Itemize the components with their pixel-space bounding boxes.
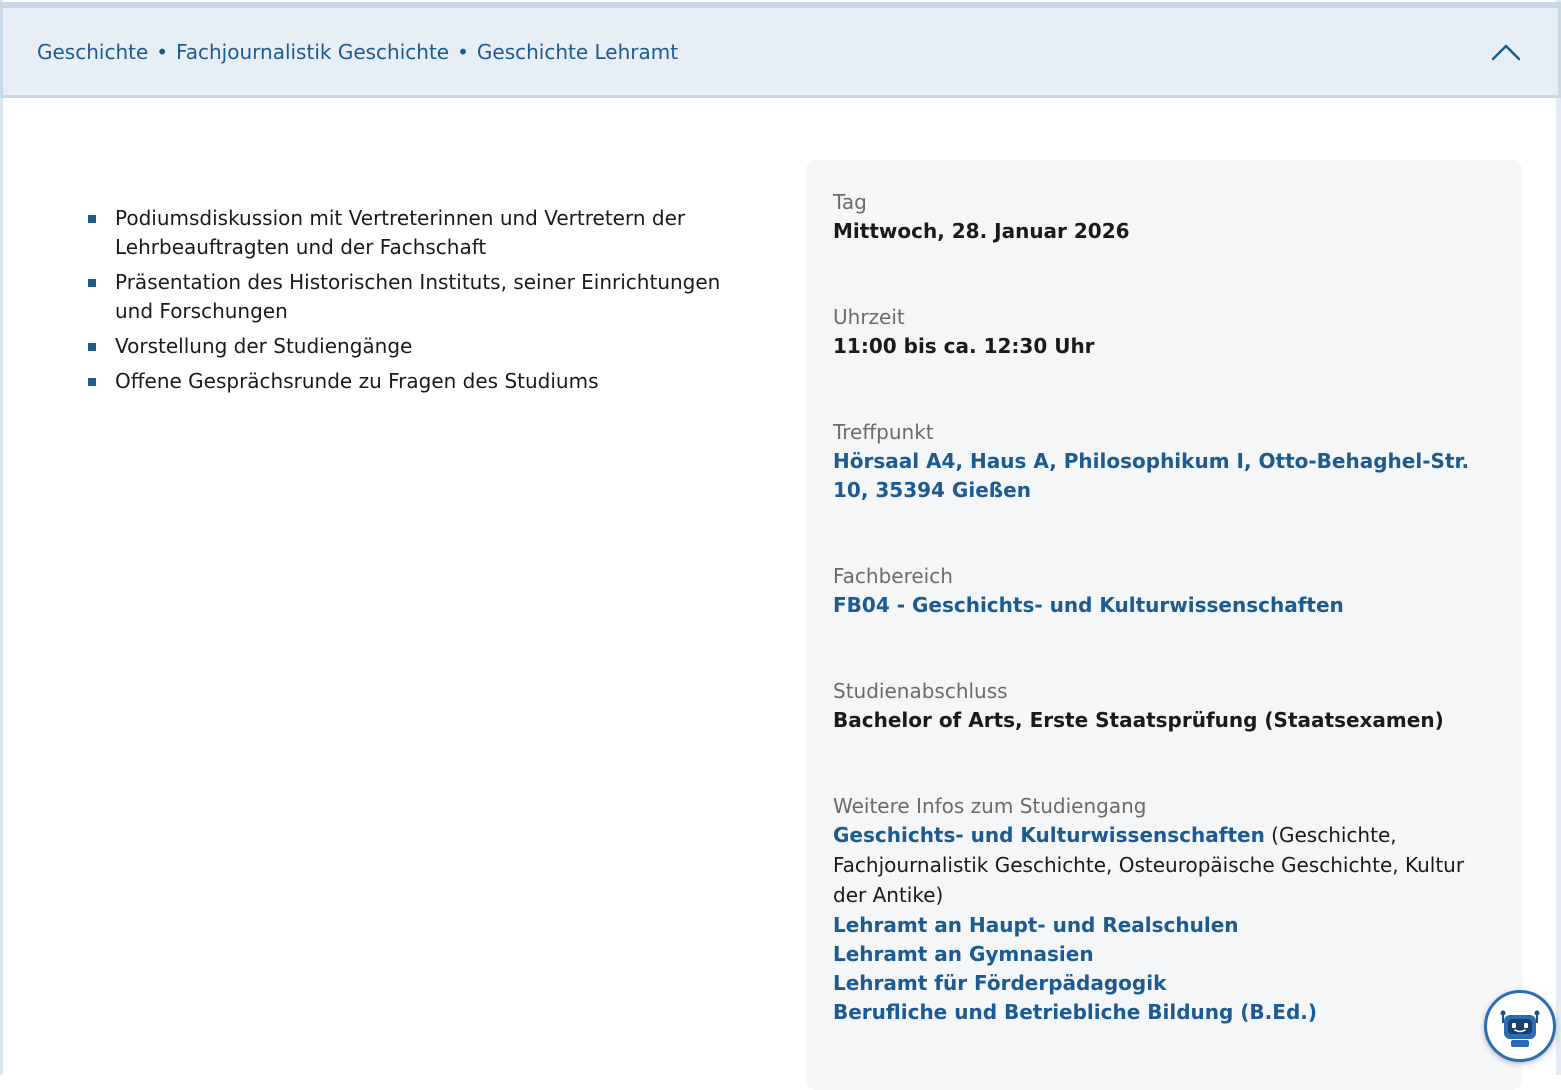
- accordion-title: Geschichte • Fachjournalistik Geschichte…: [37, 40, 678, 64]
- info-time: Uhrzeit 11:00 bis ca. 12:30 Uhr: [833, 303, 1496, 361]
- chatbot-button[interactable]: [1484, 990, 1556, 1062]
- bullet-square-icon: [88, 343, 96, 351]
- chevron-up-icon: [1491, 44, 1521, 61]
- time-label: Uhrzeit: [833, 305, 905, 329]
- info-more: Weitere Infos zum Studiengang Geschichts…: [833, 792, 1496, 1027]
- program-list: Podiumsdiskussion mit Vertreterinnen und…: [86, 204, 736, 402]
- program-link[interactable]: Lehramt an Gymnasien: [833, 940, 1496, 969]
- bullet-square-icon: [88, 279, 96, 287]
- program-link[interactable]: Lehramt an Haupt- und Realschulen: [833, 911, 1496, 940]
- accordion-title-item: Geschichte Lehramt: [476, 39, 679, 64]
- title-separator: •: [156, 39, 169, 64]
- degree-label: Studienabschluss: [833, 679, 1008, 703]
- collapse-button[interactable]: [1488, 34, 1524, 70]
- bullet-square-icon: [88, 378, 96, 386]
- program-link[interactable]: Berufliche und Betriebliche Bildung (B.E…: [833, 998, 1496, 1027]
- robot-icon: [1500, 1010, 1540, 1047]
- program-item-text: Präsentation des Historischen Instituts,…: [115, 270, 721, 323]
- location-link[interactable]: Hörsaal A4, Haus A, Philosophikum I, Ott…: [833, 447, 1496, 505]
- time-value: 11:00 bis ca. 12:30 Uhr: [833, 334, 1095, 358]
- info-degree: Studienabschluss Bachelor of Arts, Erste…: [833, 677, 1496, 735]
- department-label: Fachbereich: [833, 564, 953, 588]
- primary-program-link[interactable]: Geschichts- und Kulturwissenschaften: [833, 823, 1265, 847]
- page: Geschichte • Fachjournalistik Geschichte…: [0, 0, 1561, 1090]
- location-label: Treffpunkt: [833, 420, 934, 444]
- degree-value: Bachelor of Arts, Erste Staatsprüfung (S…: [833, 708, 1444, 732]
- day-label: Tag: [833, 190, 867, 214]
- program-item-text: Vorstellung der Studiengänge: [115, 334, 413, 358]
- more-info-label: Weitere Infos zum Studiengang: [833, 794, 1147, 818]
- accordion-header[interactable]: Geschichte • Fachjournalistik Geschichte…: [0, 2, 1561, 98]
- program-link[interactable]: Lehramt für Förderpädagogik: [833, 969, 1496, 998]
- program-item: Präsentation des Historischen Instituts,…: [86, 268, 736, 326]
- info-department: Fachbereich FB04 - Geschichts- und Kultu…: [833, 562, 1496, 620]
- event-info-card: Tag Mittwoch, 28. Januar 2026 Uhrzeit 11…: [806, 160, 1522, 1090]
- info-day: Tag Mittwoch, 28. Januar 2026: [833, 188, 1496, 246]
- program-item: Podiumsdiskussion mit Vertreterinnen und…: [86, 204, 736, 262]
- info-location: Treffpunkt Hörsaal A4, Haus A, Philosoph…: [833, 418, 1496, 505]
- program-item-text: Podiumsdiskussion mit Vertreterinnen und…: [115, 206, 686, 259]
- frame-left-border: [0, 0, 3, 1075]
- accordion-title-item: Geschichte: [37, 39, 149, 64]
- department-link[interactable]: FB04 - Geschichts- und Kulturwissenschaf…: [833, 591, 1496, 620]
- more-info-primary: Geschichts- und Kulturwissenschaften (Ge…: [833, 821, 1496, 911]
- program-item: Offene Gesprächsrunde zu Fragen des Stud…: [86, 367, 736, 396]
- program-item: Vorstellung der Studiengänge: [86, 332, 736, 361]
- program-item-text: Offene Gesprächsrunde zu Fragen des Stud…: [115, 369, 599, 393]
- title-separator: •: [457, 39, 469, 64]
- bullet-square-icon: [88, 215, 96, 223]
- frame-right-border: [1556, 0, 1561, 1075]
- day-value: Mittwoch, 28. Januar 2026: [833, 219, 1130, 243]
- accordion-title-item: Fachjournalistik Geschichte: [176, 39, 450, 64]
